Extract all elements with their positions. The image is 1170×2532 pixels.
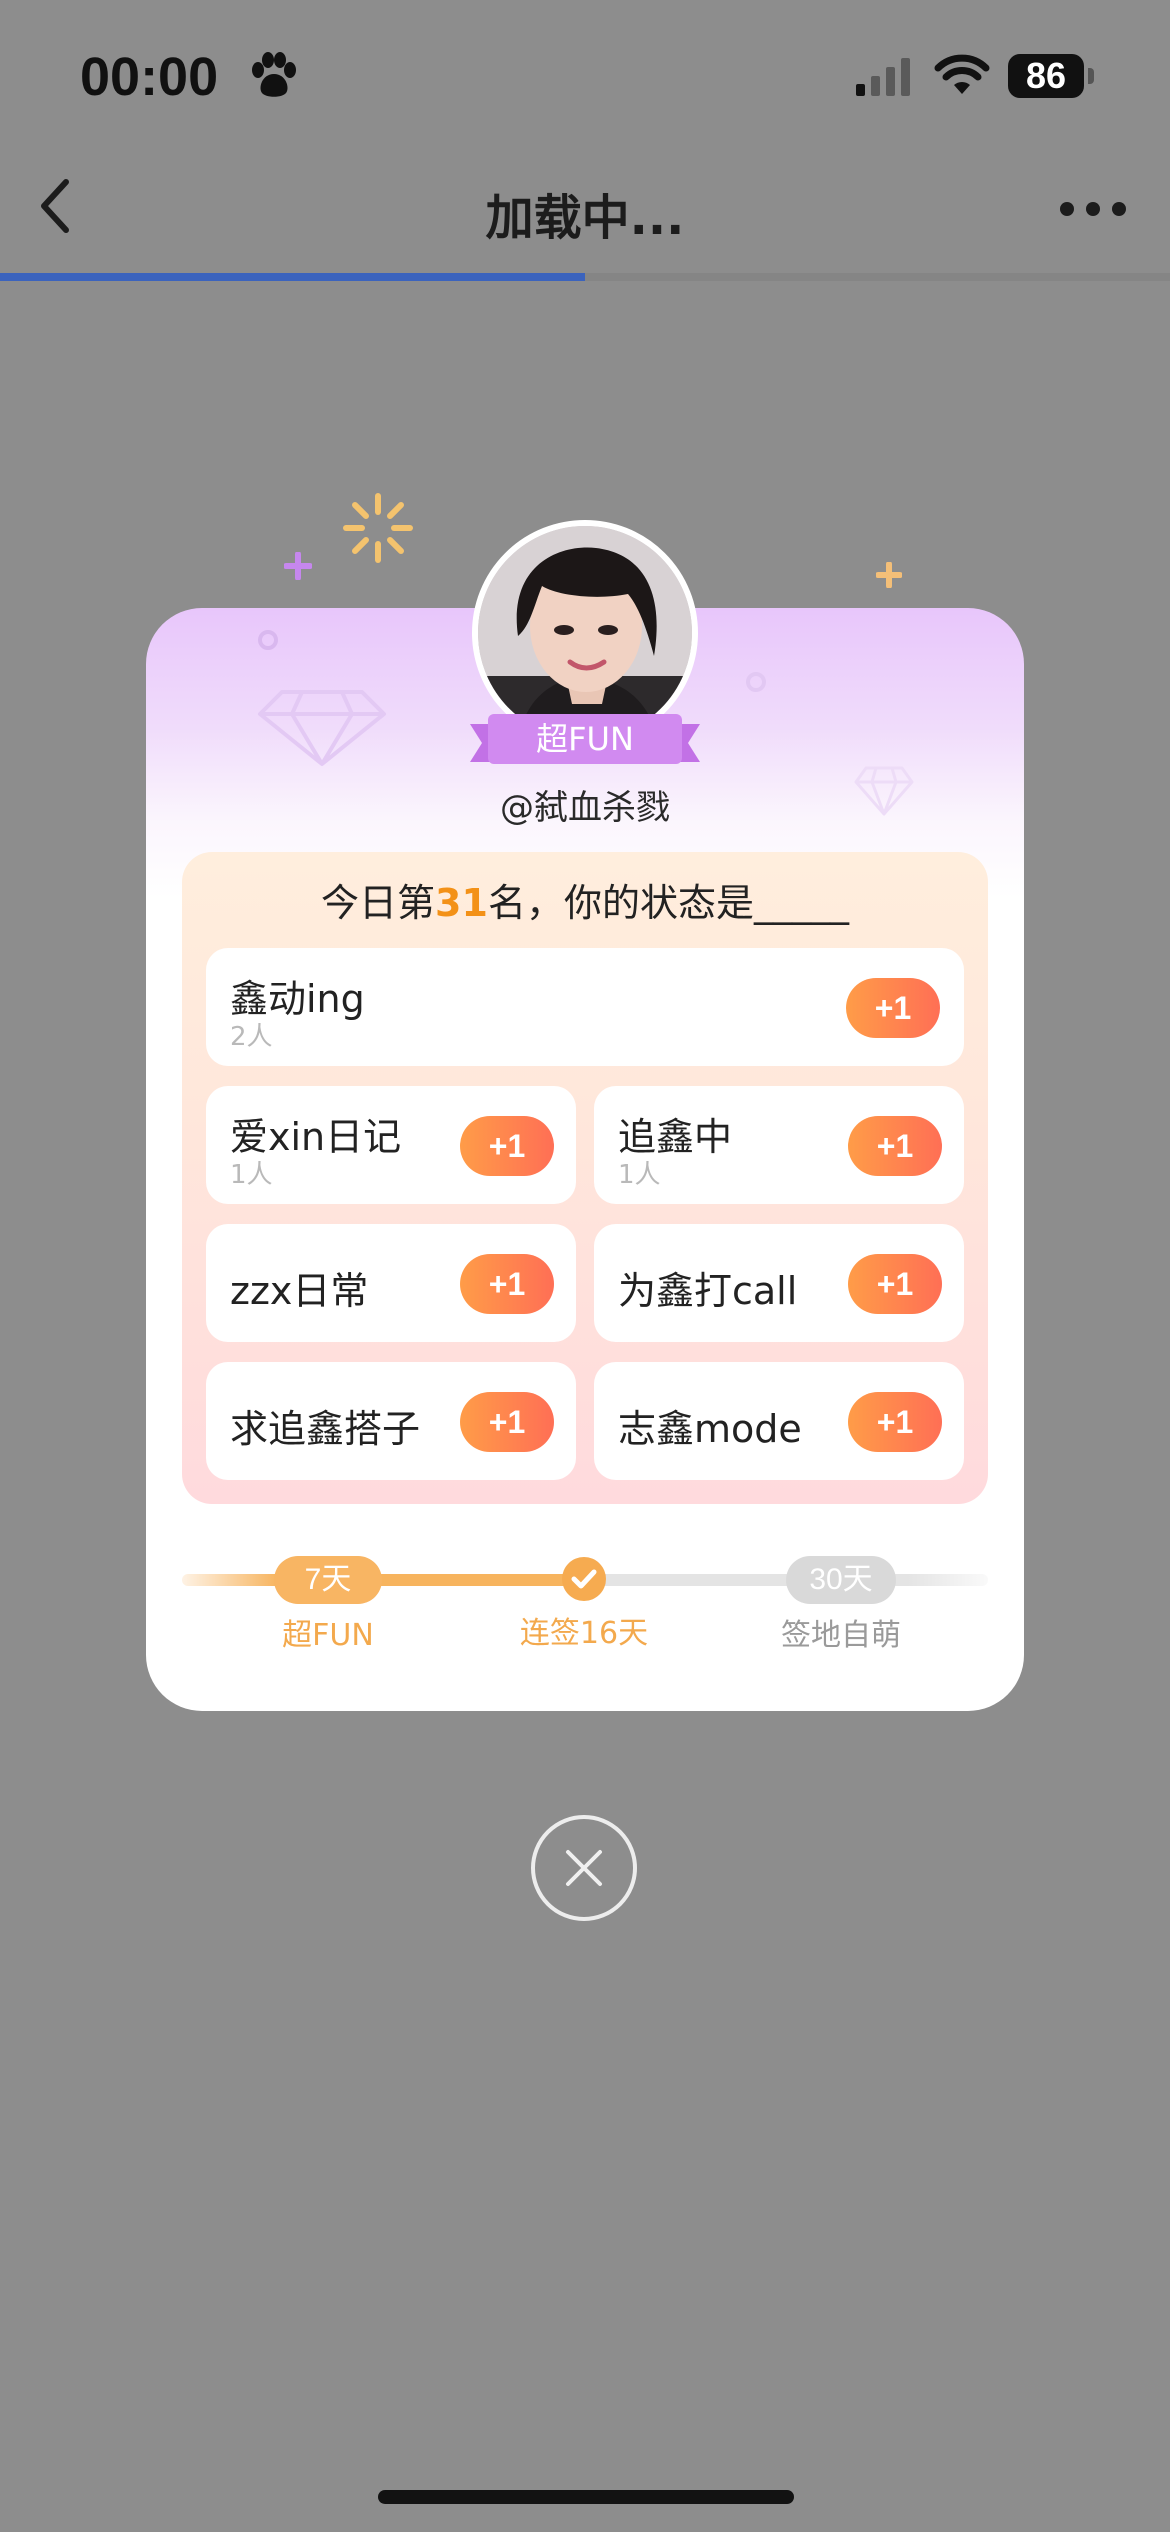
status-time: 00:00 [80, 47, 219, 107]
status-bar: 00:00 86 [0, 0, 1170, 150]
status-option[interactable]: 鑫动ing 2人 +1 [206, 948, 964, 1066]
more-icon[interactable] [1058, 200, 1128, 218]
option-label: 鑫动ing [230, 977, 365, 1021]
battery-level: 86 [1008, 54, 1084, 98]
ring-decoration [746, 672, 766, 692]
loading-progress-fill [0, 273, 585, 281]
option-label: 追鑫中 [618, 1115, 733, 1159]
milestone-label: 签地自萌 [781, 1618, 901, 1653]
diamond-icon [258, 690, 386, 766]
milestone-label: 超FUN [282, 1618, 374, 1653]
milestone-pill: 7天 [274, 1556, 382, 1604]
option-count: 1人 [230, 1160, 273, 1190]
close-button[interactable] [531, 1815, 637, 1921]
sparkle-icon [343, 493, 413, 563]
home-indicator[interactable] [378, 2490, 794, 2504]
option-label: 志鑫mode [618, 1407, 802, 1451]
page-title: 加载中... [485, 190, 685, 246]
plus-one-button[interactable]: +1 [848, 1116, 942, 1176]
rank-number: 31 [435, 881, 488, 925]
nav-bar: 加载中... [0, 150, 1170, 275]
plus-one-button[interactable]: +1 [846, 978, 940, 1038]
status-option[interactable]: zzx日常 +1 [206, 1224, 576, 1342]
username[interactable]: @弑血杀戮 [146, 780, 1024, 829]
option-count: 1人 [618, 1160, 661, 1190]
status-option[interactable]: 爱xin日记 1人 +1 [206, 1086, 576, 1204]
signal-icon [856, 58, 910, 96]
milestone-label: 连签16天 [519, 1616, 649, 1651]
status-option[interactable]: 为鑫打call +1 [594, 1224, 964, 1342]
check-icon [562, 1557, 606, 1601]
plus-one-button[interactable]: +1 [848, 1254, 942, 1314]
panel-title: 今日第31名，你的状态是_____ [321, 881, 849, 925]
battery-icon: 86 [1008, 54, 1094, 100]
ring-decoration [258, 630, 278, 650]
status-option[interactable]: 求追鑫搭子 +1 [206, 1362, 576, 1480]
plus-one-button[interactable]: +1 [460, 1392, 554, 1452]
plus-one-button[interactable]: +1 [460, 1254, 554, 1314]
badge-label: 超FUN [536, 720, 634, 758]
option-count: 2人 [230, 1022, 273, 1052]
plus-sparkle-icon [876, 562, 902, 588]
wifi-icon [934, 54, 990, 94]
loading-progress [0, 273, 1170, 281]
milestone-pill: 30天 [786, 1556, 896, 1604]
option-label: 爱xin日记 [230, 1115, 402, 1159]
close-icon [566, 1850, 602, 1886]
plus-one-button[interactable]: +1 [848, 1392, 942, 1452]
option-label: 为鑫打call [618, 1269, 798, 1313]
paw-icon [252, 52, 296, 97]
plus-sparkle-icon [284, 552, 312, 580]
option-label: zzx日常 [230, 1269, 369, 1313]
status-option[interactable]: 志鑫mode +1 [594, 1362, 964, 1480]
status-panel: 今日第31名，你的状态是_____ 鑫动ing 2人 +1 爱xin日记 1人 … [182, 852, 988, 1504]
plus-one-button[interactable]: +1 [460, 1116, 554, 1176]
option-label: 求追鑫搭子 [230, 1407, 421, 1451]
status-option[interactable]: 追鑫中 1人 +1 [594, 1086, 964, 1204]
